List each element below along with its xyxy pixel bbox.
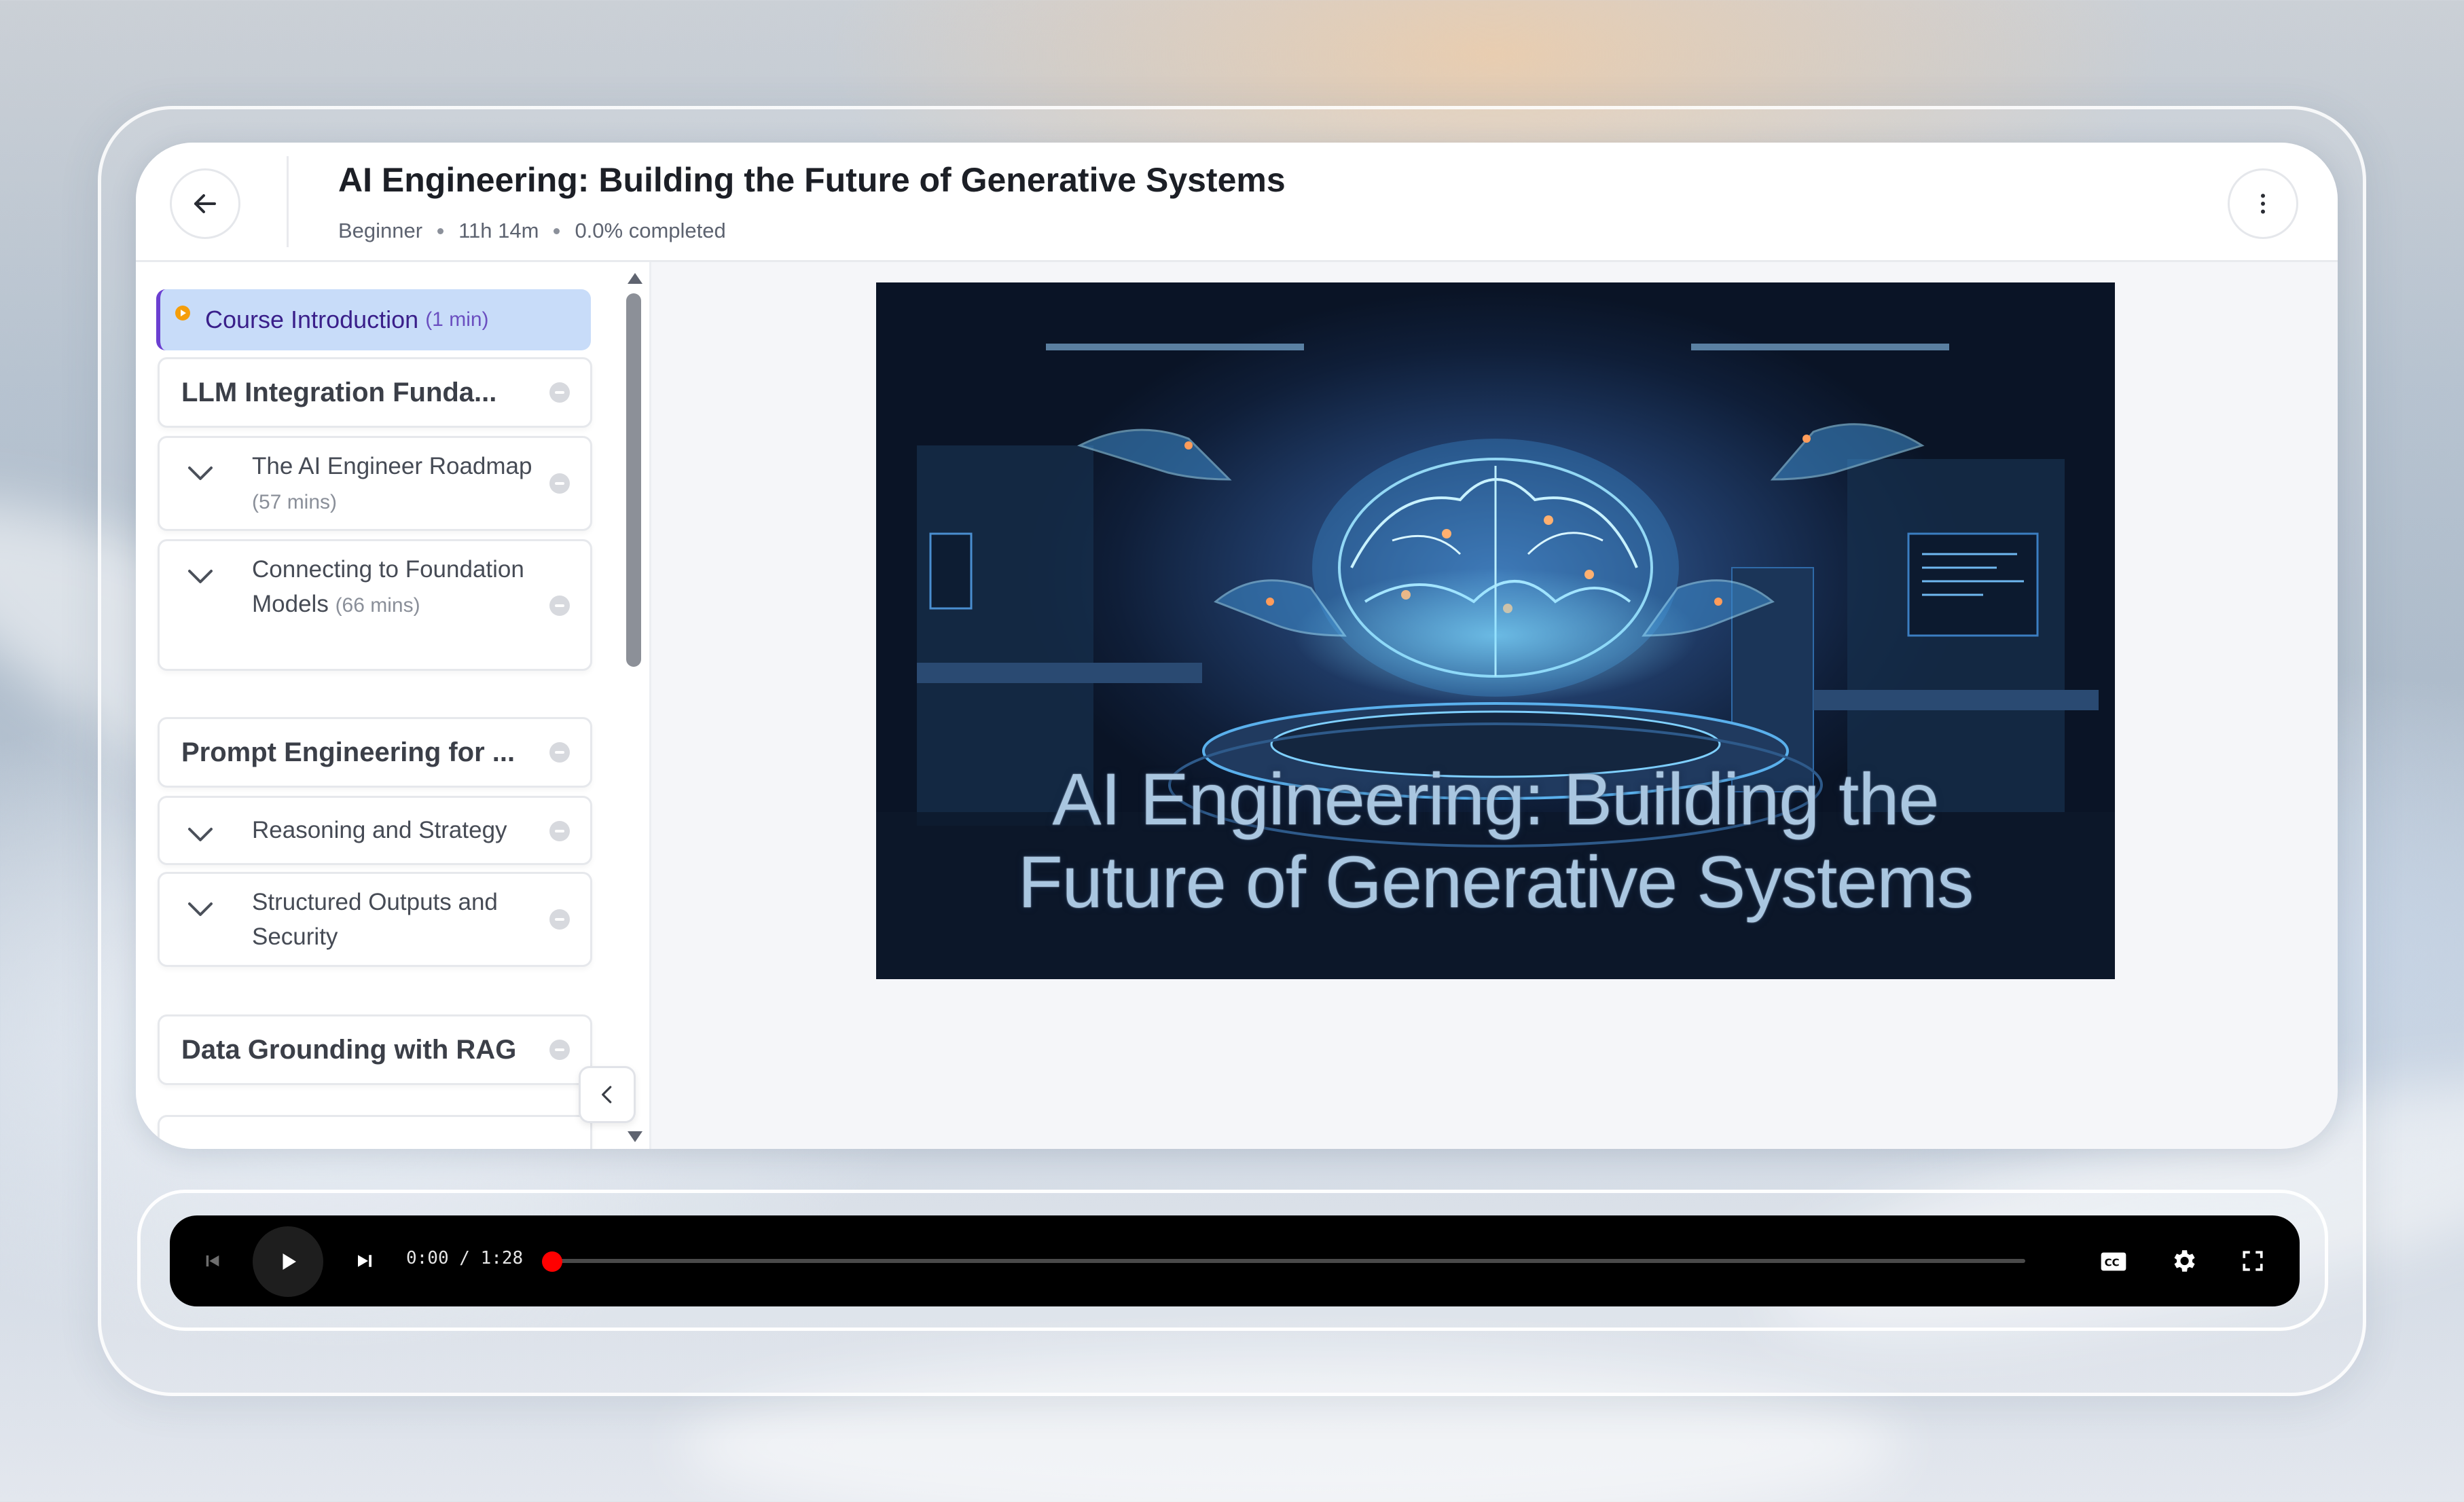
section-label: Prompt Engineering for ... (181, 737, 515, 767)
section-label: Data Grounding with RAG (181, 1034, 517, 1065)
arrow-left-icon (194, 194, 216, 213)
lesson-label: The AI Engineer Roadmap (252, 453, 532, 479)
minus-circle-icon (549, 473, 570, 494)
sidebar-item-course-introduction[interactable]: Course Introduction (1 min) (156, 289, 591, 350)
section-llm-integration[interactable]: LLM Integration Funda... (158, 357, 592, 428)
chevron-down-icon (188, 902, 213, 916)
scrollbar-thumb[interactable] (626, 293, 641, 667)
minus-circle-icon (549, 382, 570, 403)
course-progress: 0.0% completed (575, 219, 726, 242)
lesson-partial[interactable] (158, 1115, 592, 1149)
minus-circle-icon (549, 742, 570, 763)
more-options-button[interactable] (2228, 168, 2298, 239)
play-button[interactable] (253, 1226, 323, 1297)
minus-circle-icon (549, 596, 570, 616)
time-display: 0:00 / 1:28 (406, 1248, 523, 1268)
settings-button[interactable] (2161, 1239, 2206, 1283)
minus-circle-icon (549, 1040, 570, 1060)
video-title-line: AI Engineering: Building the (1052, 758, 1940, 840)
section-prompt-engineering[interactable]: Prompt Engineering for ... (158, 717, 592, 788)
course-header: AI Engineering: Building the Future of G… (136, 143, 2338, 262)
video-title-overlay: AI Engineering: Building the Future of G… (876, 758, 2115, 923)
sidebar-scrollbar[interactable] (622, 262, 645, 1149)
lesson-text: Reasoning and Strategy (252, 813, 564, 847)
chevron-down-icon (188, 466, 213, 480)
chevron-down-icon (188, 828, 213, 841)
skip-previous-icon (206, 1255, 219, 1267)
lesson-reasoning-strategy[interactable]: Reasoning and Strategy (158, 796, 592, 865)
video-controls-bar: 0:00 / 1:28 CC (170, 1215, 2300, 1306)
gear-icon (2174, 1250, 2195, 1272)
section-data-grounding-rag[interactable]: Data Grounding with RAG (158, 1014, 592, 1085)
course-meta: Beginner 11h 14m 0.0% completed (338, 219, 726, 243)
lesson-label: Reasoning and Strategy (252, 817, 507, 843)
lesson-text: Structured Outputs and Security (252, 885, 537, 954)
progress-scrubber[interactable] (542, 1251, 562, 1272)
play-icon (283, 1253, 296, 1270)
svg-text:CC: CC (2105, 1257, 2120, 1269)
lesson-duration: (57 mins) (252, 491, 338, 513)
next-button[interactable] (348, 1244, 382, 1278)
course-level: Beginner (338, 219, 423, 242)
video-frame[interactable]: AI Engineering: Building the Future of G… (876, 282, 2115, 979)
hologram-glow (1292, 568, 1699, 703)
sidebar-divider (649, 262, 651, 1149)
lesson-text: Connecting to Foundation Models (66 mins… (252, 552, 537, 623)
lesson-connecting-foundation-models[interactable]: Connecting to Foundation Models (66 mins… (158, 539, 592, 671)
fullscreen-button[interactable] (2232, 1240, 2274, 1282)
time-separator: / (459, 1248, 470, 1268)
section-label: LLM Integration Funda... (181, 377, 497, 407)
lesson-structured-outputs-security[interactable]: Structured Outputs and Security (158, 872, 592, 967)
lesson-duration: (66 mins) (335, 594, 420, 617)
previous-button[interactable] (196, 1244, 230, 1278)
course-player-card: AI Engineering: Building the Future of G… (136, 143, 2338, 1149)
collapse-sidebar-button[interactable] (579, 1066, 636, 1123)
lesson-ai-engineer-roadmap[interactable]: The AI Engineer Roadmap (57 mins) (158, 436, 592, 531)
play-indicator-icon (175, 306, 190, 320)
lesson-label: Structured Outputs and Security (252, 889, 498, 950)
minus-circle-icon (549, 909, 570, 930)
sidebar-item-label: Course Introduction (205, 306, 419, 333)
chevron-left-icon (602, 1086, 612, 1103)
chevron-down-icon (188, 570, 213, 583)
course-outline-sidebar: Course Introduction (1 min) LLM Integrat… (136, 262, 649, 1149)
back-button[interactable] (170, 168, 240, 239)
video-title-line: Future of Generative Systems (1017, 841, 1974, 923)
captions-icon: CC (2101, 1252, 2126, 1271)
header-divider (287, 156, 289, 247)
scroll-up-arrow[interactable] (628, 273, 642, 284)
total-time: 1:28 (480, 1248, 524, 1268)
scroll-down-arrow[interactable] (628, 1131, 642, 1142)
progress-track[interactable] (547, 1259, 2025, 1263)
skip-next-icon (358, 1255, 372, 1267)
fullscreen-icon (2243, 1251, 2263, 1271)
minus-circle-icon (549, 821, 570, 841)
sidebar-item-duration: (1 min) (425, 308, 489, 331)
meta-separator (437, 227, 444, 234)
meta-separator (554, 227, 560, 234)
current-time: 0:00 (406, 1248, 449, 1268)
more-vertical-icon (2261, 194, 2265, 214)
captions-button[interactable]: CC (2093, 1241, 2134, 1282)
lesson-text: The AI Engineer Roadmap (57 mins) (252, 449, 537, 519)
course-duration: 11h 14m (458, 219, 539, 242)
page-title: AI Engineering: Building the Future of G… (338, 161, 1286, 199)
